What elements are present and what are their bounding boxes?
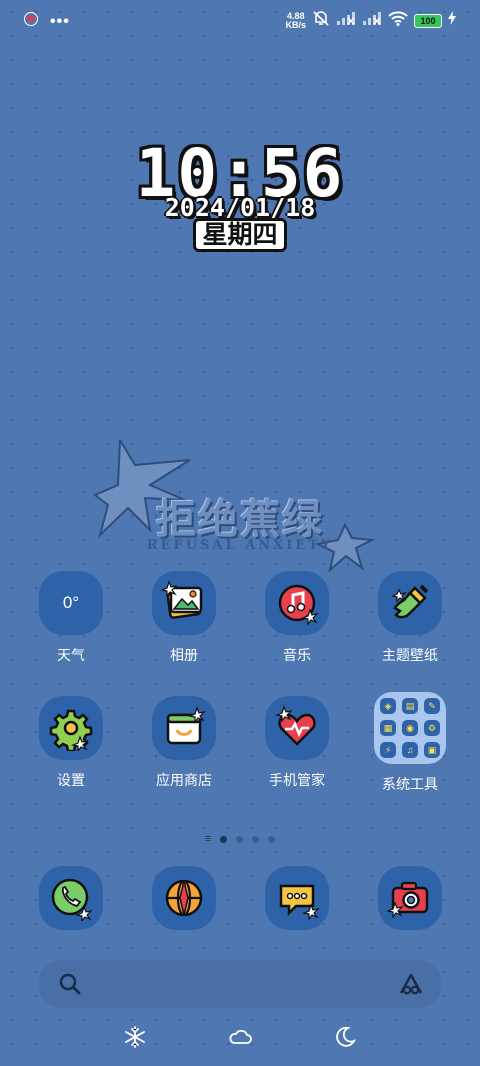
- camera-icon: [378, 866, 442, 930]
- app-store[interactable]: 应用商店: [136, 696, 232, 790]
- dock-camera[interactable]: [362, 866, 458, 930]
- page-dot[interactable]: [252, 835, 260, 843]
- gear-icon: [39, 696, 103, 760]
- mini-app-icon: ♫: [402, 742, 418, 758]
- mute-icon: [312, 10, 330, 31]
- mini-app-icon: ▤: [402, 698, 418, 714]
- heart-notification-icon: [24, 12, 38, 31]
- mini-app-icon: ◈: [380, 698, 396, 714]
- dock-messages[interactable]: [249, 866, 345, 930]
- mini-app-icon: ✎: [424, 698, 440, 714]
- status-right: 4.88 KB/s 100: [285, 10, 456, 31]
- app-phone-manager[interactable]: 手机管家: [249, 696, 345, 790]
- paintbrush-icon: [378, 571, 442, 635]
- wallpaper-slogan-english: REFUSAL ANXIETY: [146, 538, 334, 553]
- dock-phone[interactable]: [23, 866, 119, 930]
- app-label: 音乐: [283, 647, 311, 663]
- app-gallery[interactable]: 相册: [136, 571, 232, 665]
- weekday-label: 星期四: [193, 218, 287, 252]
- assistant-icon[interactable]: [398, 972, 424, 1001]
- folder-system-tools[interactable]: ◈ ▤ ✎ ▦ ◉ ⚙ ⚡ ♫ ▣ 系统工具: [362, 692, 458, 794]
- app-music[interactable]: 音乐: [249, 571, 345, 665]
- shopping-bag-icon: [152, 696, 216, 760]
- page-dot-active[interactable]: [220, 835, 228, 843]
- mini-app-icon: ⚙: [424, 720, 440, 736]
- bottom-decoration-row: [0, 1026, 480, 1054]
- music-icon: [265, 571, 329, 635]
- app-themes[interactable]: 主题壁纸: [362, 571, 458, 665]
- minus-one-screen-indicator[interactable]: ≡: [205, 833, 211, 845]
- browser-icon: [152, 866, 216, 930]
- app-label: 系统工具: [382, 776, 438, 792]
- mini-app-icon: ▦: [380, 720, 396, 736]
- page-dot[interactable]: [268, 835, 276, 843]
- folder-icon: ◈ ▤ ✎ ▦ ◉ ⚙ ⚡ ♫ ▣: [374, 692, 446, 764]
- signal-icon: [336, 11, 356, 30]
- snowflake-icon: [124, 1026, 146, 1053]
- app-weather[interactable]: 0° 天气: [23, 571, 119, 665]
- page-dot[interactable]: [236, 835, 244, 843]
- battery-icon: 100: [414, 13, 442, 28]
- status-left: •••: [24, 12, 70, 31]
- clock-weekday[interactable]: 星期四: [0, 218, 480, 252]
- page-indicator[interactable]: ≡: [0, 833, 480, 845]
- search-bar[interactable]: [38, 960, 442, 1008]
- mini-app-icon: ▣: [424, 742, 440, 758]
- app-label: 天气: [57, 647, 85, 663]
- search-icon[interactable]: [58, 972, 82, 1001]
- mini-app-icon: ◉: [402, 720, 418, 736]
- gallery-icon: [152, 571, 216, 635]
- wifi-icon: [388, 10, 408, 31]
- weather-widget-icon: 0°: [39, 571, 103, 635]
- messages-icon: [265, 866, 329, 930]
- app-settings[interactable]: 设置: [23, 696, 119, 790]
- weather-temperature: 0°: [62, 593, 80, 612]
- app-label: 主题壁纸: [382, 647, 438, 663]
- wallpaper-slogan-chinese: 拒绝蕉绿: [156, 496, 324, 543]
- dock-browser[interactable]: [136, 866, 232, 930]
- more-notifications-icon: •••: [50, 12, 70, 30]
- app-label: 设置: [57, 772, 85, 788]
- phone-icon: [39, 866, 103, 930]
- app-label: 手机管家: [269, 772, 325, 788]
- net-speed-unit: KB/s: [285, 19, 306, 30]
- moon-icon: [334, 1026, 357, 1053]
- cloud-icon: [228, 1026, 252, 1053]
- heart-pulse-icon: [265, 696, 329, 760]
- net-speed: 4.88 KB/s: [285, 11, 306, 30]
- app-label: 相册: [170, 647, 198, 663]
- charging-icon: [448, 11, 456, 30]
- app-label: 应用商店: [156, 772, 212, 788]
- status-bar: ••• 4.88 KB/s 100: [0, 0, 480, 42]
- mini-app-icon: ⚡: [380, 742, 396, 758]
- signal-icon: [362, 11, 382, 30]
